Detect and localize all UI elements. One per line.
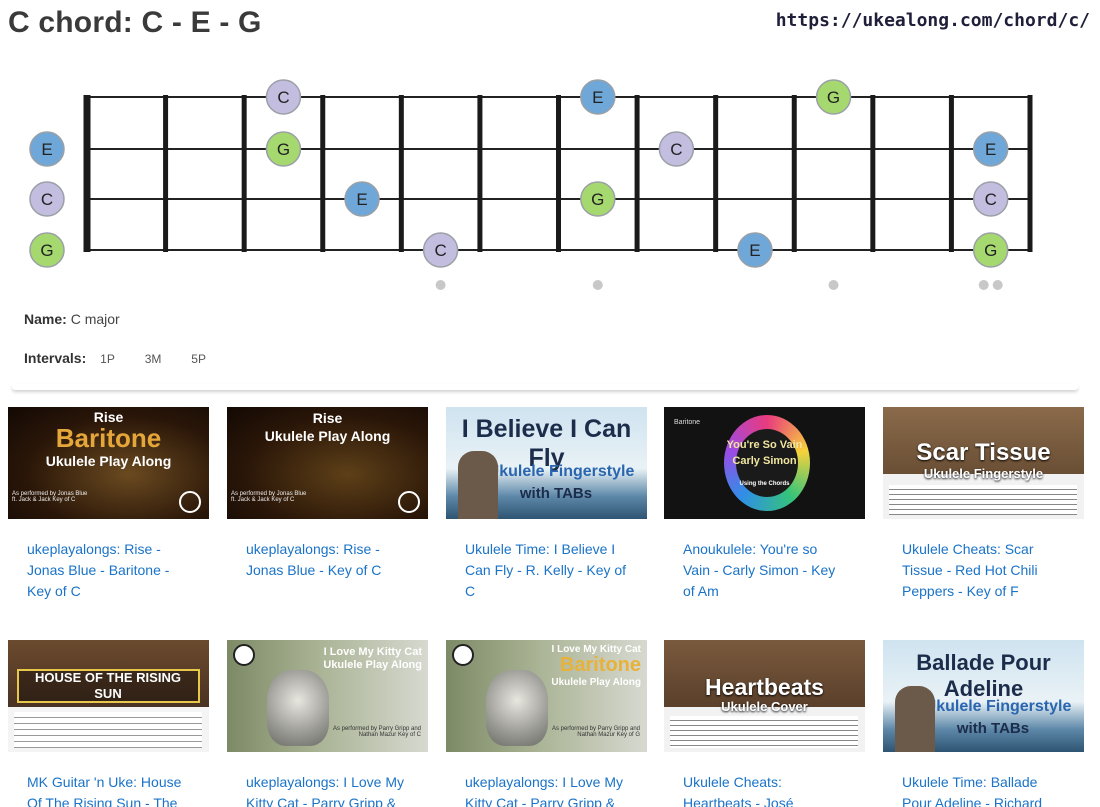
video-title[interactable]: Ukulele Cheats: Scar Tissue - Red Hot Ch… [902,539,1067,602]
video-thumbnail[interactable]: I Love My Kitty Cat Baritone Ukulele Pla… [446,640,647,752]
kitten-image [267,670,329,746]
note-label: G [40,241,53,260]
note-label: E [356,190,367,209]
video-thumbnail[interactable]: I Believe I Can Fly Ukulele Fingerstyle … [446,407,647,519]
note-label: G [277,140,290,159]
video-thumbnail[interactable]: Heartbeats Ukulele Cover [664,640,865,752]
note-label: E [41,140,52,159]
person-figure [458,451,498,519]
intervals-label: Intervals: [24,350,87,366]
note-label: E [749,241,760,260]
video-title[interactable]: Ukulele Time: Ballade Pour Adeline - Ric… [902,772,1067,807]
page-url[interactable]: https://ukealong.com/chord/c/ [776,10,1090,31]
video-title[interactable]: MK Guitar 'n Uke: House Of The Rising Su… [27,772,192,807]
note-label: E [592,88,603,107]
ukulele-logo-icon [179,491,201,513]
section-divider [12,384,1078,390]
chord-name-label: Name: [24,311,67,327]
video-title[interactable]: Ukulele Cheats: Heartbeats - José [683,772,848,807]
tab-staff [889,485,1077,515]
chord-name-value: C major [70,311,120,327]
video-title[interactable]: ukeplayalongs: I Love My Kitty Cat - Par… [465,772,630,807]
video-thumbnail[interactable]: You're So Vain Carly Simon Using the Cho… [664,407,865,519]
video-thumbnail[interactable]: I Love My Kitty Cat Ukulele Play Along A… [227,640,428,752]
note-label: G [827,88,840,107]
video-thumbnail[interactable]: Rise Baritone Ukulele Play Along As perf… [8,407,209,519]
note-label: G [984,241,997,260]
ukulele-logo-icon [233,644,255,666]
fret-marker-dot [435,280,446,290]
ukulele-logo-icon [398,491,420,513]
interval-root: 1P [100,352,115,366]
note-label: C [670,140,682,159]
video-title[interactable]: ukeplayalongs: Rise - Jonas Blue - Key o… [246,539,411,581]
note-label: C [985,190,997,209]
person-figure [895,686,935,752]
interval-third: 3M [144,352,162,366]
note-label: C [277,88,289,107]
video-thumbnail[interactable]: HOUSE OF THE RISING SUN [8,640,209,752]
fret-marker-dot [992,280,1003,290]
video-title[interactable]: Anoukulele: You're so Vain - Carly Simon… [683,539,848,602]
tab-staff [14,712,202,748]
fretboard-diagram: E C G C G E C E G C E G E C G [29,79,1033,290]
chord-intervals: Intervals: 1P 3M 5P [24,350,222,366]
note-label: C [434,241,446,260]
fret-marker-dot [978,280,989,290]
video-title[interactable]: ukeplayalongs: Rise - Jonas Blue - Barit… [27,539,192,602]
chord-name: Name: C major [24,311,120,327]
video-thumbnail[interactable]: Scar Tissue Ukulele Fingerstyle [883,407,1084,519]
interval-fifth: 5P [191,352,206,366]
note-label: E [985,140,996,159]
tab-staff [670,716,858,748]
video-title[interactable]: Ukulele Time: I Believe I Can Fly - R. K… [465,539,630,602]
fret-marker-dot [592,280,603,290]
note-label: G [591,190,604,209]
note-label: C [41,190,53,209]
video-thumbnail[interactable]: Rise Ukulele Play Along As performed by … [227,407,428,519]
video-title[interactable]: ukeplayalongs: I Love My Kitty Cat - Par… [246,772,411,807]
ukulele-logo-icon [452,644,474,666]
fret-marker-dot [828,280,839,290]
kitten-image [486,670,548,746]
page-title: C chord: C - E - G [8,6,262,39]
video-thumbnail[interactable]: Ballade Pour Adeline Ukulele Fingerstyle… [883,640,1084,752]
